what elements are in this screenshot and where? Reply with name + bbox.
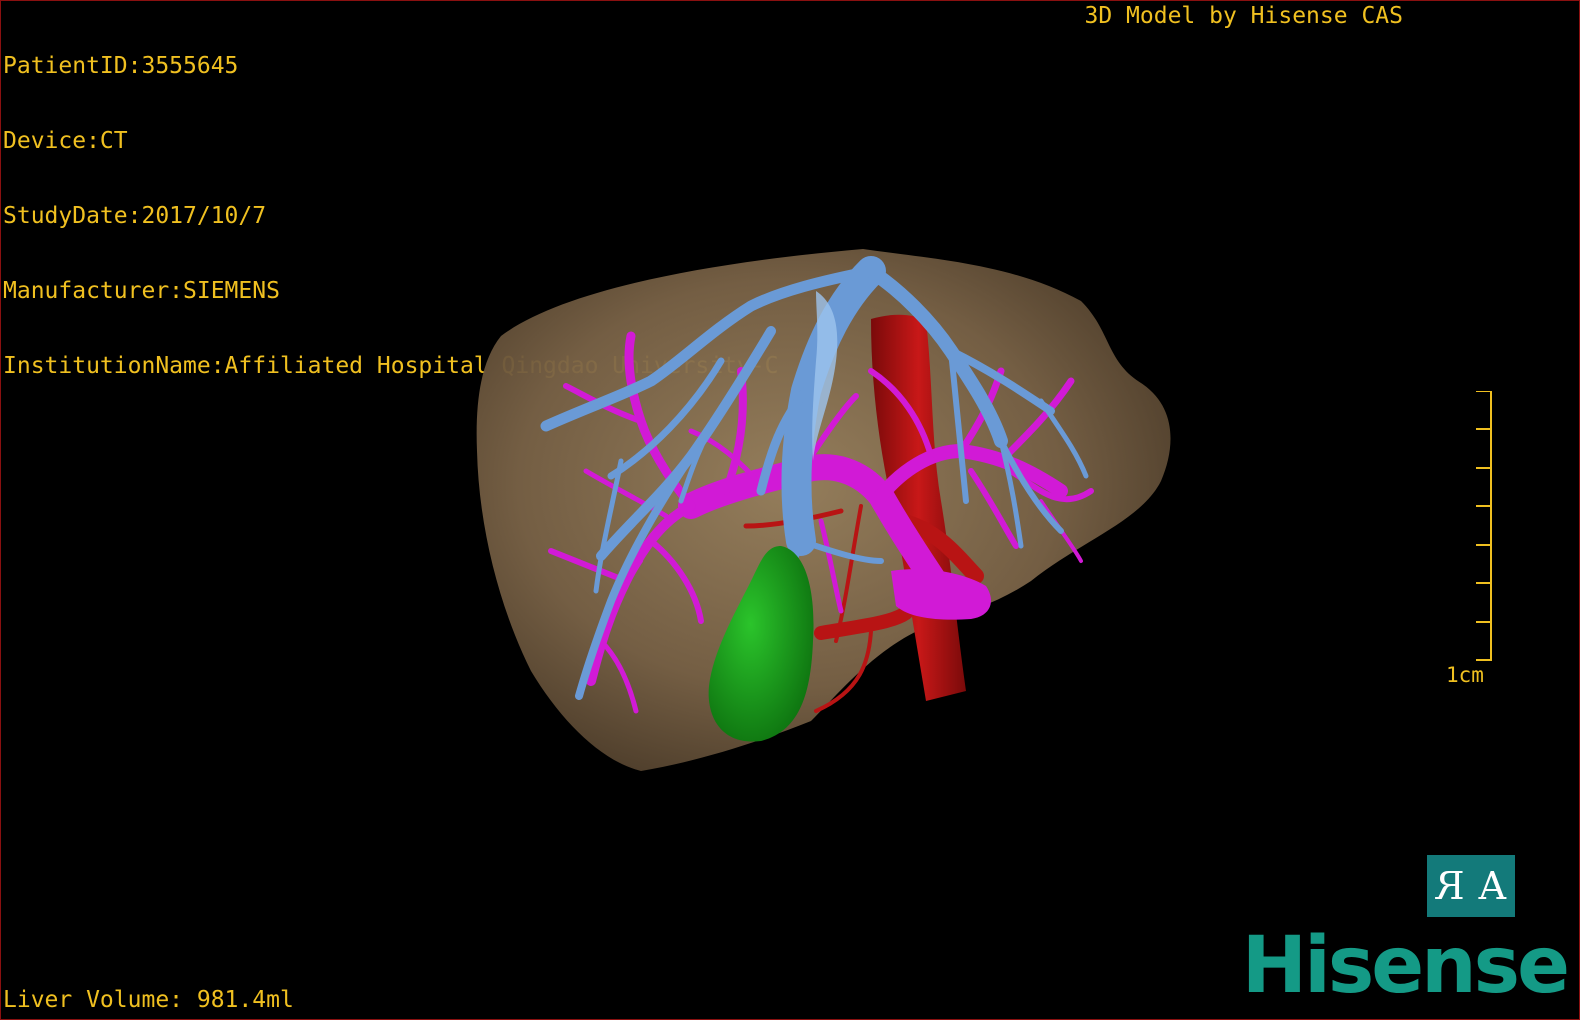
- 3d-viewport[interactable]: PatientID:3555645 Device:CT StudyDate:20…: [0, 0, 1580, 1020]
- orientation-button[interactable]: R A: [1427, 855, 1515, 917]
- orientation-label: A: [1478, 864, 1507, 908]
- scale-label: 1cm: [1446, 663, 1484, 687]
- scale-bar: [1476, 391, 1492, 661]
- liver-volume: Liver Volume: 981.4ml: [3, 987, 294, 1013]
- orientation-icon: R: [1435, 864, 1465, 908]
- liver-3d-model[interactable]: [1, 1, 1579, 1019]
- hisense-logo: Hisense: [1241, 921, 1570, 1011]
